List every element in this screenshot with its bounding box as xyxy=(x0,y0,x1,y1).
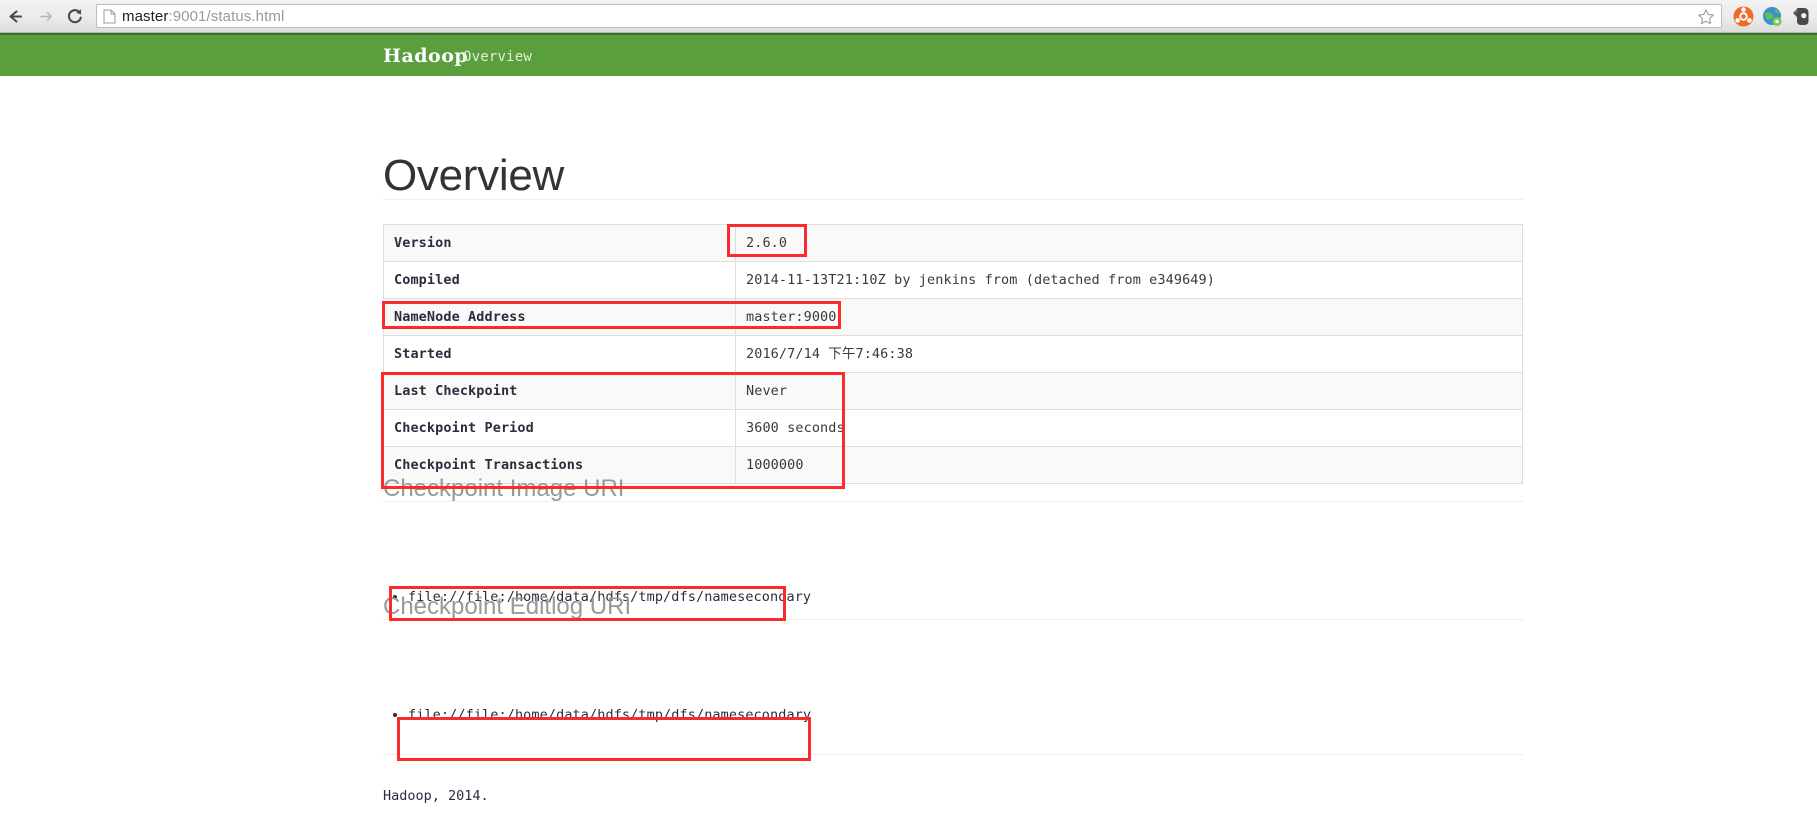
row-key-checkpoint-period: Checkpoint Period xyxy=(383,409,736,447)
reload-icon xyxy=(66,7,84,25)
star-icon[interactable] xyxy=(1697,8,1715,31)
table-row: Started 2016/7/14 下午7:46:38 xyxy=(383,335,1523,373)
table-row: Checkpoint Period 3600 seconds xyxy=(383,409,1523,447)
hadoop-brand-link[interactable]: Hadoop xyxy=(383,45,468,67)
row-value-checkpoint-period: 3600 seconds xyxy=(735,409,1523,447)
checkpoint-editlog-uri-list: file://file:/home/data/hdfs/tmp/dfs/name… xyxy=(383,706,811,725)
url-path: :9001/status.html xyxy=(168,7,285,25)
row-key-namenode-address: NameNode Address xyxy=(383,298,736,336)
row-value-checkpoint-transactions: 1000000 xyxy=(735,446,1523,484)
arrow-left-icon xyxy=(7,8,24,25)
ubuntu-extension-icon[interactable] xyxy=(1730,3,1756,29)
row-key-compiled: Compiled xyxy=(383,261,736,299)
table-row: Version 2.6.0 xyxy=(383,224,1523,262)
footer-text: Hadoop, 2014. xyxy=(383,788,489,804)
row-value-version: 2.6.0 xyxy=(735,224,1523,262)
page-content: Overview Version 2.6.0 Compiled 2014-11-… xyxy=(0,76,1817,834)
table-row: NameNode Address master:9000 xyxy=(383,298,1523,336)
footer-divider xyxy=(383,754,1523,755)
evernote-extension-icon[interactable] xyxy=(1788,3,1814,29)
arrow-right-icon xyxy=(37,8,54,25)
row-value-last-checkpoint: Never xyxy=(735,372,1523,410)
browser-toolbar: master:9001/status.html xyxy=(0,0,1817,33)
address-bar[interactable]: master:9001/status.html xyxy=(96,4,1722,28)
url-text: master:9001/status.html xyxy=(122,8,284,25)
row-value-started: 2016/7/14 下午7:46:38 xyxy=(735,335,1523,373)
url-host: master xyxy=(122,7,169,25)
list-item: file://file:/home/data/hdfs/tmp/dfs/name… xyxy=(408,706,811,725)
section-divider-checkpoint-editlog-uri xyxy=(383,619,1523,620)
hadoop-navbar: Hadoop Overview xyxy=(0,33,1817,76)
overview-table-body: Version 2.6.0 Compiled 2014-11-13T21:10Z… xyxy=(383,224,1523,484)
table-row: Compiled 2014-11-13T21:10Z by jenkins fr… xyxy=(383,261,1523,299)
row-value-namenode-address: master:9000 xyxy=(735,298,1523,336)
back-button[interactable] xyxy=(0,3,30,29)
row-key-started: Started xyxy=(383,335,736,373)
section-heading-checkpoint-image-uri: Checkpoint Image URI xyxy=(383,474,625,502)
overview-table: Version 2.6.0 Compiled 2014-11-13T21:10Z… xyxy=(383,224,1523,484)
page-title: Overview xyxy=(383,151,564,201)
title-divider xyxy=(383,199,1523,200)
document-icon xyxy=(103,9,116,24)
forward-button[interactable] xyxy=(30,3,60,29)
section-heading-checkpoint-editlog-uri: Checkpoint Editlog URI xyxy=(383,592,632,620)
globe-extension-icon[interactable] xyxy=(1759,3,1785,29)
section-divider-checkpoint-image-uri xyxy=(383,501,1523,502)
reload-button[interactable] xyxy=(60,3,90,29)
table-row: Last Checkpoint Never xyxy=(383,372,1523,410)
row-value-compiled: 2014-11-13T21:10Z by jenkins from (detac… xyxy=(735,261,1523,299)
row-key-last-checkpoint: Last Checkpoint xyxy=(383,372,736,410)
row-key-version: Version xyxy=(383,224,736,262)
nav-link-overview[interactable]: Overview xyxy=(463,49,532,65)
